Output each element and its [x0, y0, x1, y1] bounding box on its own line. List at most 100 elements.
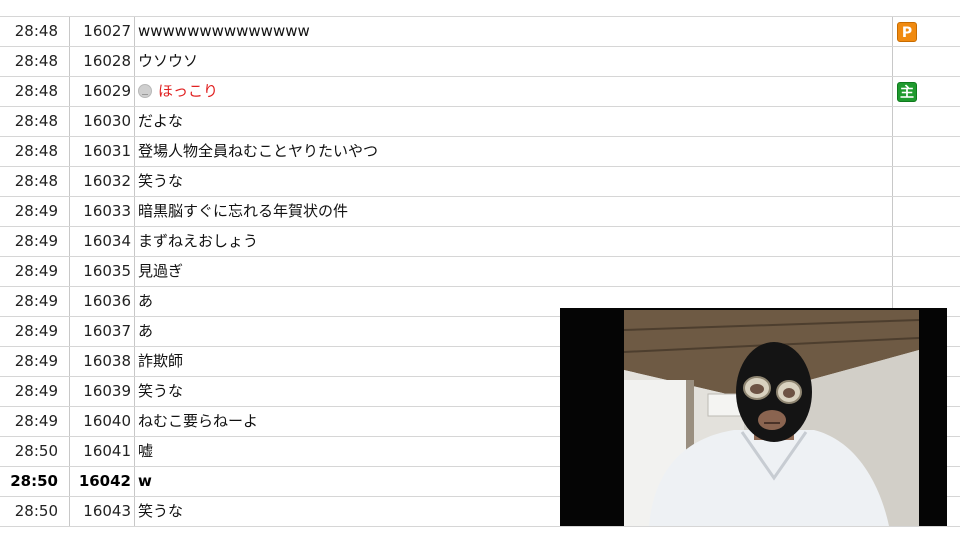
comment-number: 16034 [83, 232, 131, 250]
comment-text-cell: wwwwwwwwwwwwww [138, 17, 888, 46]
comment-time: 28:50 [10, 472, 58, 490]
comment-time: 28:49 [14, 412, 58, 430]
column-divider [892, 137, 893, 166]
comment-text: ウソウソ [138, 52, 199, 70]
comment-number: 16038 [83, 352, 131, 370]
comment-number: 16039 [83, 382, 131, 400]
comment-text: あ [138, 292, 154, 310]
comment-row[interactable]: 28:49 16034 まずねえおしょう [0, 227, 960, 257]
column-divider [134, 137, 135, 166]
comment-time: 28:48 [14, 142, 58, 160]
comment-number: 16037 [83, 322, 131, 340]
comment-time: 28:49 [14, 232, 58, 250]
comment-text-cell: 見過ぎ [138, 257, 888, 286]
webcam-feed [624, 310, 919, 526]
column-divider [892, 227, 893, 256]
column-divider [134, 467, 135, 496]
comment-text: 詐欺師 [138, 352, 184, 370]
column-divider [134, 77, 135, 106]
comment-time: 28:48 [14, 172, 58, 190]
comment-text: 笑うな [138, 172, 184, 190]
column-divider [134, 407, 135, 436]
column-divider [892, 17, 893, 46]
column-divider [892, 107, 893, 136]
comment-row[interactable]: 28:48 16028 ウソウソ [0, 47, 960, 77]
comment-text-cell: だよな [138, 107, 888, 136]
comment-text-cell: 暗黒脳すぐに忘れる年賀状の件 [138, 197, 888, 226]
comment-time: 28:49 [14, 202, 58, 220]
column-divider [892, 257, 893, 286]
comment-text-cell: ほっこり [138, 77, 888, 106]
comment-text: だよな [138, 112, 184, 130]
comment-number: 16040 [83, 412, 131, 430]
column-divider [892, 47, 893, 76]
column-divider [134, 497, 135, 526]
comment-number: 16031 [83, 142, 131, 160]
column-divider [892, 167, 893, 196]
comment-time: 28:49 [14, 382, 58, 400]
comment-number: 16030 [83, 112, 131, 130]
comment-number: 16043 [83, 502, 131, 520]
comment-text: 笑うな [138, 382, 184, 400]
comment-text: 登場人物全員ねむことヤりたいやつ [138, 142, 379, 160]
comment-text: 見過ぎ [138, 262, 184, 280]
comment-text: まずねえおしょう [138, 232, 259, 250]
comment-time: 28:49 [14, 352, 58, 370]
column-divider [134, 257, 135, 286]
column-divider [134, 167, 135, 196]
comment-row[interactable]: 28:48 16032 笑うな [0, 167, 960, 197]
column-divider [134, 17, 135, 46]
comment-number: 16035 [83, 262, 131, 280]
column-divider [134, 197, 135, 226]
comment-number: 16036 [83, 292, 131, 310]
comment-time: 28:49 [14, 262, 58, 280]
comment-number: 16029 [83, 82, 131, 100]
column-divider [134, 287, 135, 316]
comment-text: 笑うな [138, 502, 184, 520]
comment-text: 嘘 [138, 442, 154, 460]
comment-time: 28:48 [14, 112, 58, 130]
comment-text-cell: 登場人物全員ねむことヤりたいやつ [138, 137, 888, 166]
comment-time: 28:49 [14, 322, 58, 340]
comment-text: w [138, 472, 152, 490]
comment-row[interactable]: 28:49 16033 暗黒脳すぐに忘れる年賀状の件 [0, 197, 960, 227]
webcam-image [624, 310, 919, 526]
comment-text-cell: 笑うな [138, 167, 888, 196]
comment-time: 28:49 [14, 292, 58, 310]
column-divider [134, 227, 135, 256]
comment-time: 28:48 [14, 22, 58, 40]
comment-text-cell: まずねえおしょう [138, 227, 888, 256]
column-divider [134, 47, 135, 76]
column-divider [134, 317, 135, 346]
comment-number: 16027 [83, 22, 131, 40]
comment-text: wwwwwwwwwwwwww [138, 22, 310, 40]
comment-time: 28:50 [14, 442, 58, 460]
column-divider [134, 437, 135, 466]
owner-badge-icon: 主 [897, 82, 917, 102]
premium-badge-icon: P [897, 22, 917, 42]
video-player[interactable] [560, 308, 947, 526]
comment-text: あ [138, 322, 154, 340]
comment-time: 28:48 [14, 52, 58, 70]
grey-face-icon [138, 84, 152, 98]
comment-text: ねむこ要らねーよ [138, 412, 259, 430]
column-divider [134, 107, 135, 136]
column-divider [892, 77, 893, 106]
comment-row[interactable]: 28:48 16030 だよな [0, 107, 960, 137]
comment-number: 16028 [83, 52, 131, 70]
comment-row[interactable]: 28:48 16031 登場人物全員ねむことヤりたいやつ [0, 137, 960, 167]
comment-text: ほっこり [158, 82, 219, 100]
comment-text-cell: ウソウソ [138, 47, 888, 76]
comment-time: 28:48 [14, 82, 58, 100]
column-divider [892, 197, 893, 226]
comment-number: 16042 [78, 472, 131, 490]
comment-text: 暗黒脳すぐに忘れる年賀状の件 [138, 202, 349, 220]
comment-row[interactable]: 28:48 16029 ほっこり 主 [0, 77, 960, 107]
comment-row[interactable]: 28:48 16027 wwwwwwwwwwwwww P [0, 17, 960, 47]
column-divider [134, 347, 135, 376]
comment-time: 28:50 [14, 502, 58, 520]
comment-row[interactable]: 28:49 16035 見過ぎ [0, 257, 960, 287]
comment-number: 16032 [83, 172, 131, 190]
comment-number: 16041 [83, 442, 131, 460]
comment-number: 16033 [83, 202, 131, 220]
